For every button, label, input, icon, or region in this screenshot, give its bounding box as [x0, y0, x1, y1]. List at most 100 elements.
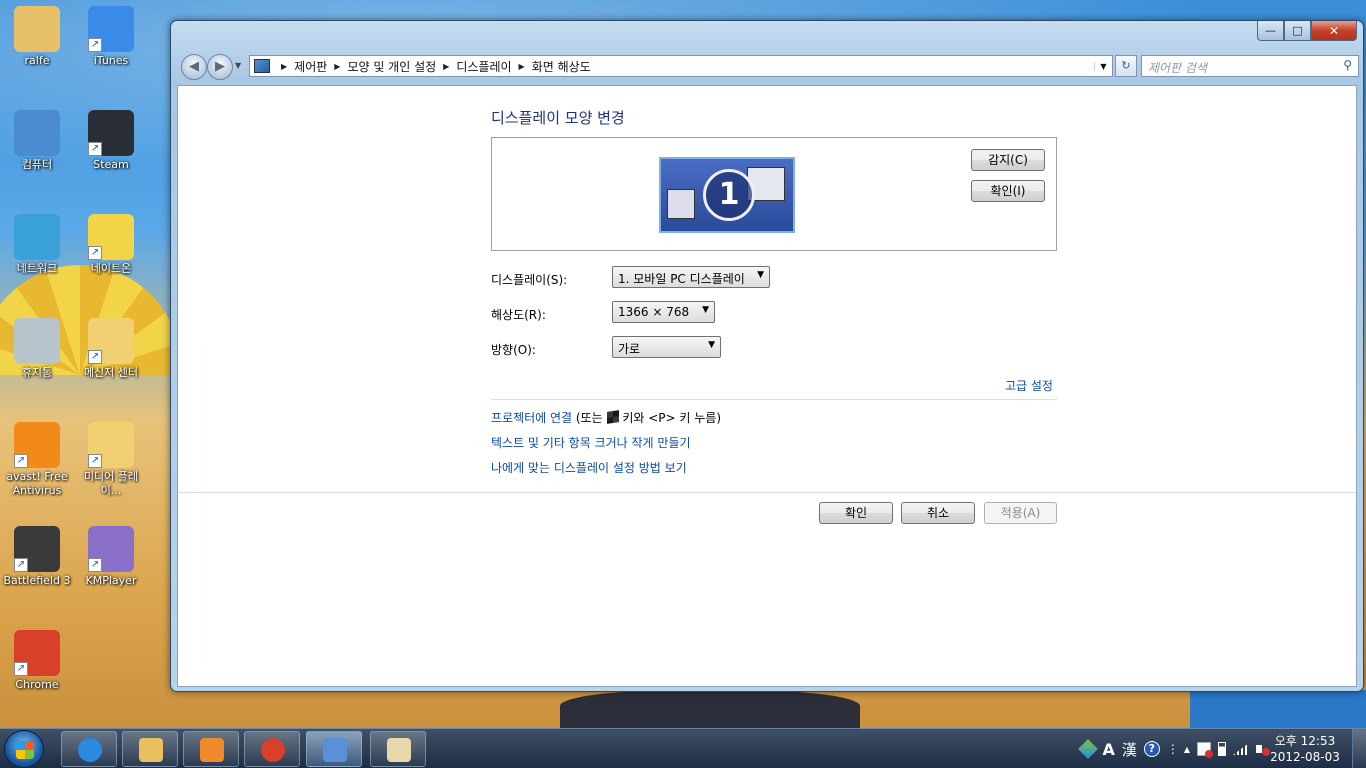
action-center-flag-icon[interactable] [1197, 742, 1213, 758]
network-signal-icon[interactable] [1233, 743, 1249, 755]
minimize-button[interactable]: — [1257, 21, 1284, 41]
text-size-link[interactable]: 텍스트 및 기타 항목 크거나 작게 만들기 [491, 434, 691, 451]
search-icon[interactable]: ⚲ [1343, 58, 1352, 72]
internet-explorer-icon [78, 738, 102, 762]
taskbar-button[interactable] [370, 731, 426, 767]
ime-mode-icon[interactable]: A [1102, 740, 1114, 759]
desktop-icon-label: Battlefield 3 [3, 574, 71, 587]
desktop-icon-label: KMPlayer [85, 574, 137, 587]
desktop-icon[interactable]: ↗ Chrome [0, 630, 74, 692]
detect-button[interactable]: 감지(C) [971, 149, 1045, 171]
desktop-icon[interactable]: ↗ Steam [74, 110, 148, 172]
desktop-icon[interactable]: ↗ 네이트온 [74, 214, 148, 276]
clock-time: 오후 12:53 [1274, 734, 1336, 748]
messenger-folder-icon: ↗ [88, 318, 134, 364]
battery-icon[interactable] [1218, 742, 1226, 756]
taskbar-button[interactable] [306, 731, 362, 767]
taskbar-button[interactable] [122, 731, 178, 767]
breadcrumb-display[interactable]: 디스플레이 [456, 58, 511, 75]
footer-divider [178, 492, 1356, 493]
network-icon [14, 214, 60, 260]
monitor-icon[interactable]: 1 [659, 157, 795, 233]
resolution-label: 해상도(R): [491, 308, 546, 322]
wallpaper-shape [1190, 690, 1366, 730]
monitor-number: 1 [703, 169, 755, 221]
shortcut-arrow-icon: ↗ [88, 38, 102, 52]
steam-icon: ↗ [88, 110, 134, 156]
desktop-icon-label: iTunes [93, 54, 129, 67]
desktop-icon[interactable]: 네트워크 [0, 214, 74, 276]
display-settings-help-link[interactable]: 나에게 맞는 디스플레이 설정 방법 보기 [491, 459, 687, 476]
chrome-icon [261, 738, 285, 762]
shortcut-arrow-icon: ↗ [88, 350, 102, 364]
desktop-icon[interactable]: ↗ 메신저 센터 [74, 318, 148, 380]
shortcut-arrow-icon: ↗ [88, 142, 102, 156]
recycle-bin-icon [14, 318, 60, 364]
desktop-icon[interactable]: 컴퓨터 [0, 110, 74, 172]
taskbar-button[interactable] [183, 731, 239, 767]
ime-options-icon[interactable]: ⋮ [1167, 742, 1179, 756]
media-player-folder-icon: ↗ [88, 422, 134, 468]
kmplayer-icon: ↗ [88, 526, 134, 572]
desktop-icon-label: 휴지통 [21, 366, 53, 379]
ime-hanja-icon[interactable]: 漢 [1122, 739, 1137, 760]
breadcrumb-separator[interactable]: ▶ [443, 62, 449, 71]
advanced-settings-link[interactable]: 고급 설정 [1005, 377, 1053, 394]
desktop-icon[interactable]: ↗ avast! Free Antivirus [0, 422, 74, 498]
breadcrumb-control-panel[interactable]: 제어판 [294, 58, 327, 75]
desktop-icon[interactable]: ralfe [0, 6, 74, 68]
address-bar[interactable]: ▶ 제어판 ▶ 모양 및 개인 설정 ▶ 디스플레이 ▶ 화면 해상도 ▼ [249, 55, 1113, 77]
desktop-icon[interactable]: ↗ iTunes [74, 6, 148, 68]
chevron-down-icon: ▼ [757, 270, 764, 280]
display-label: 디스플레이(S): [491, 273, 568, 287]
desktop-icon[interactable]: ↗ 미디어 플레이... [74, 422, 148, 498]
recent-pages-dropdown[interactable]: ▼ [235, 61, 241, 70]
cancel-button[interactable]: 취소 [901, 502, 975, 524]
ok-button[interactable]: 확인 [819, 502, 893, 524]
display-select[interactable]: 1. 모바일 PC 디스플레이 ▼ [612, 266, 770, 288]
projector-hint-suffix: 키와 <P> 키 누름) [618, 411, 722, 425]
desktop-icon-label: 네이트온 [90, 262, 132, 275]
desktop-icon-label: Chrome [15, 678, 59, 691]
forward-button[interactable]: ▶ [207, 54, 233, 80]
nateon-icon: ↗ [88, 214, 134, 260]
breadcrumb-appearance[interactable]: 모양 및 개인 설정 [347, 58, 436, 75]
help-icon[interactable]: ? [1143, 741, 1160, 757]
resolution-select[interactable]: 1366 × 768 ▼ [612, 301, 715, 323]
main-content: 디스플레이 모양 변경 1 감지(C) 확인(I) 디스플레이(S): 1. 모… [177, 85, 1357, 687]
windows-key-icon [606, 410, 619, 424]
orientation-select[interactable]: 가로 ▼ [612, 336, 721, 358]
desktop-icon[interactable]: 휴지통 [0, 318, 74, 380]
back-button[interactable]: ◀ [181, 54, 207, 80]
breadcrumb-separator[interactable]: ▶ [519, 62, 525, 71]
volume-muted-icon[interactable] [1256, 742, 1270, 756]
close-button[interactable]: ✕ [1311, 21, 1357, 41]
language-bar-icon[interactable] [1078, 739, 1099, 759]
maximize-button[interactable]: □ [1284, 21, 1311, 41]
desktop-icon-label: 네트워크 [16, 262, 58, 275]
start-button[interactable] [4, 730, 44, 768]
address-dropdown-icon[interactable]: ▼ [1094, 61, 1112, 71]
desktop-icon[interactable]: ↗ Battlefield 3 [0, 526, 74, 588]
identify-button[interactable]: 확인(I) [971, 180, 1045, 202]
show-desktop-button[interactable] [1352, 729, 1366, 768]
control-panel-icon [254, 59, 270, 73]
breadcrumb-screen-resolution[interactable]: 화면 해상도 [532, 58, 591, 75]
projector-hint: (또는 [572, 411, 607, 425]
shortcut-arrow-icon: ↗ [14, 558, 28, 572]
taskbar: A 漢 ? ⋮ ▲ 오후 12:53 2012-08-03 [0, 728, 1366, 768]
clock[interactable]: 오후 12:53 2012-08-03 [1270, 733, 1340, 765]
windows-logo-icon [16, 741, 34, 759]
taskbar-button[interactable] [244, 731, 300, 767]
system-tray: A 漢 ? ⋮ ▲ [1078, 737, 1270, 761]
page-title: 디스플레이 모양 변경 [491, 109, 625, 127]
desktop-icon[interactable]: ↗ KMPlayer [74, 526, 148, 588]
projector-link[interactable]: 프로젝터에 연결 [491, 411, 572, 425]
taskbar-button[interactable] [61, 731, 117, 767]
desktop-icon-label: ralfe [24, 54, 50, 67]
breadcrumb-separator[interactable]: ▶ [334, 62, 340, 71]
search-placeholder: 제어판 검색 [1148, 61, 1208, 75]
show-hidden-icons-icon[interactable]: ▲ [1184, 745, 1190, 754]
refresh-button[interactable]: ↻ [1115, 55, 1137, 77]
search-input[interactable]: 제어판 검색 ⚲ [1141, 55, 1359, 77]
